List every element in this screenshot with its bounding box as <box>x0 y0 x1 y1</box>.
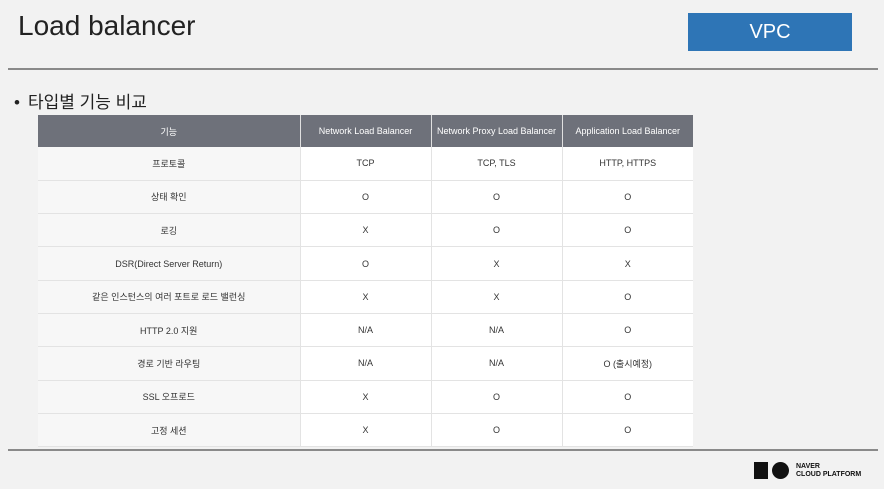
value-cell: X <box>300 280 432 314</box>
comparison-table: 기능 Network Load Balancer Network Proxy L… <box>38 115 693 448</box>
value-cell: TCP <box>300 147 432 181</box>
feature-cell: 고정 세션 <box>38 413 301 448</box>
value-cell: TCP, TLS <box>431 147 563 181</box>
table-row: SSL 오프로드 X O O <box>38 380 693 414</box>
value-cell: O <box>562 180 693 215</box>
value-cell: N/A <box>300 346 432 381</box>
page-title: Load balancer <box>18 10 196 41</box>
value-cell: O <box>431 213 563 248</box>
top-divider <box>8 68 878 70</box>
value-cell: O <box>431 413 563 448</box>
value-cell: X <box>431 280 563 314</box>
bullet-icon: • <box>14 93 20 112</box>
value-cell: O <box>562 380 693 414</box>
section-heading: • 타입별 기능 비교 <box>14 88 147 113</box>
logo-line2: CLOUD PLATFORM <box>796 470 862 478</box>
feature-cell: DSR(Direct Server Return) <box>38 246 301 281</box>
value-cell: O <box>562 280 693 314</box>
section-heading-text: 타입별 기능 비교 <box>27 93 147 112</box>
table-row: 경로 기반 라우팅 N/A N/A O (출시예정) <box>38 346 693 381</box>
vpc-badge: VPC <box>688 13 852 51</box>
table-row: DSR(Direct Server Return) O X X <box>38 246 693 281</box>
value-cell: O <box>431 180 563 215</box>
value-cell: N/A <box>431 346 563 381</box>
value-cell: X <box>300 413 432 448</box>
column-header: 기능 <box>38 115 301 147</box>
value-cell: X <box>431 246 563 281</box>
value-cell: O <box>562 413 693 448</box>
feature-cell: HTTP 2.0 지원 <box>38 313 301 348</box>
feature-cell: 경로 기반 라우팅 <box>38 346 301 381</box>
value-cell: O <box>431 380 563 414</box>
value-cell: O (출시예정) <box>562 346 693 381</box>
feature-cell: 로깅 <box>38 213 301 248</box>
bottom-divider <box>8 449 878 451</box>
table-row: HTTP 2.0 지원 N/A N/A O <box>38 313 693 348</box>
table-header-row: 기능 Network Load Balancer Network Proxy L… <box>38 115 693 147</box>
value-cell: O <box>562 213 693 248</box>
feature-cell: SSL 오프로드 <box>38 380 301 414</box>
logo-text: NAVER CLOUD PLATFORM <box>796 463 861 479</box>
table-row: 고정 세션 X O O <box>38 413 693 448</box>
feature-cell: 프로토콜 <box>38 147 301 181</box>
logo-circle-icon <box>772 462 789 479</box>
value-cell: X <box>562 246 693 281</box>
value-cell: X <box>300 213 432 248</box>
value-cell: O <box>300 246 432 281</box>
feature-cell: 같은 인스턴스의 여러 포트로 로드 밸런싱 <box>38 280 301 314</box>
column-header: Application Load Balancer <box>562 115 693 147</box>
value-cell: N/A <box>431 313 563 348</box>
value-cell: HTTP, HTTPS <box>562 147 693 181</box>
naver-cloud-logo: NAVER CLOUD PLATFORM <box>754 462 861 479</box>
value-cell: N/A <box>300 313 432 348</box>
logo-square-icon <box>754 462 768 479</box>
table-row: 로깅 X O O <box>38 213 693 248</box>
table-row: 상태 확인 O O O <box>38 180 693 215</box>
table-row: 프로토콜 TCP TCP, TLS HTTP, HTTPS <box>38 147 693 181</box>
feature-cell: 상태 확인 <box>38 180 301 215</box>
logo-line1: NAVER <box>796 462 820 470</box>
column-header: Network Load Balancer <box>300 115 432 147</box>
column-header: Network Proxy Load Balancer <box>431 115 563 147</box>
value-cell: O <box>300 180 432 215</box>
value-cell: O <box>562 313 693 348</box>
table-row: 같은 인스턴스의 여러 포트로 로드 밸런싱 X X O <box>38 280 693 314</box>
value-cell: X <box>300 380 432 414</box>
